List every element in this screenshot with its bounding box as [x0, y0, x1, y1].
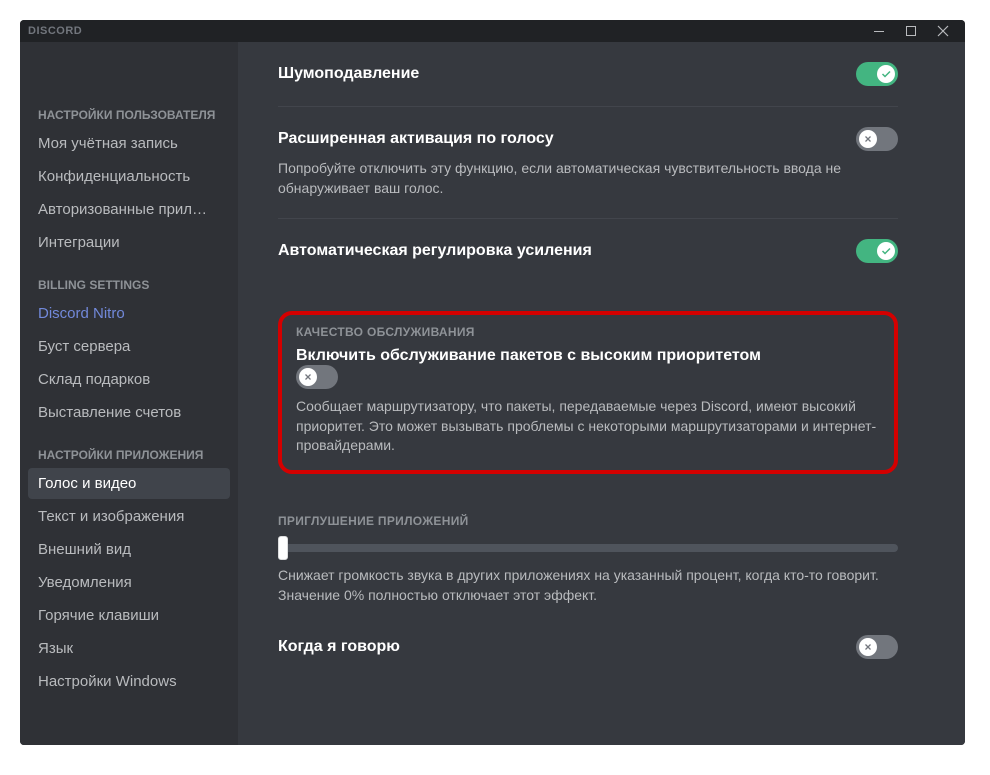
settings-sidebar: НАСТРОЙКИ ПОЛЬЗОВАТЕЛЯ Моя учётная запис… — [20, 42, 238, 745]
sidebar-item-windows[interactable]: Настройки Windows — [28, 666, 230, 697]
settings-content: Шумоподавление Расширенная активация по … — [238, 42, 965, 745]
minimize-button[interactable] — [865, 20, 893, 42]
sidebar-item-integrations[interactable]: Интеграции — [28, 227, 230, 258]
qos-desc: Сообщает маршрутизатору, что пакеты, пер… — [296, 397, 880, 456]
sidebar-item-account[interactable]: Моя учётная запись — [28, 128, 230, 159]
sidebar-item-text[interactable]: Текст и изображения — [28, 501, 230, 532]
push-toggle[interactable] — [856, 127, 898, 151]
sidebar-item-billing[interactable]: Выставление счетов — [28, 397, 230, 428]
sidebar-item-notifications[interactable]: Уведомления — [28, 567, 230, 598]
qos-highlight: КАЧЕСТВО ОБСЛУЖИВАНИЯ Включить обслужива… — [278, 311, 898, 474]
sidebar-header-billing: BILLING SETTINGS — [28, 272, 230, 298]
setting-voice-activation: Расширенная активация по голосу Попробуй… — [278, 106, 898, 218]
qos-toggle[interactable] — [296, 365, 338, 389]
sidebar-header-user: НАСТРОЙКИ ПОЛЬЗОВАТЕЛЯ — [28, 102, 230, 128]
sidebar-item-appearance[interactable]: Внешний вид — [28, 534, 230, 565]
app-name: DISCORD — [28, 25, 82, 37]
qos-header: КАЧЕСТВО ОБСЛУЖИВАНИЯ — [296, 325, 880, 339]
push-desc: Попробуйте отключить эту функцию, если а… — [278, 159, 898, 198]
setting-when-i-speak: Когда я говорю — [278, 615, 898, 679]
qos-title: Включить обслуживание пакетов с высоким … — [296, 347, 880, 365]
titlebar: DISCORD — [20, 20, 965, 42]
sidebar-item-authorized[interactable]: Авторизованные прил… — [28, 194, 230, 225]
noise-toggle[interactable] — [856, 62, 898, 86]
speak-toggle[interactable] — [856, 635, 898, 659]
push-title: Расширенная активация по голосу — [278, 130, 554, 148]
speak-title: Когда я говорю — [278, 638, 400, 656]
sidebar-item-hotkeys[interactable]: Горячие клавиши — [28, 600, 230, 631]
setting-agc: Автоматическая регулировка усиления — [278, 218, 898, 283]
slider-thumb[interactable] — [278, 536, 288, 560]
sidebar-item-privacy[interactable]: Конфиденциальность — [28, 161, 230, 192]
noise-title: Шумоподавление — [278, 65, 419, 83]
agc-title: Автоматическая регулировка усиления — [278, 242, 592, 260]
setting-noise-suppression: Шумоподавление — [278, 62, 898, 106]
close-window-button[interactable] — [929, 20, 957, 42]
attenuation-slider[interactable] — [278, 544, 898, 552]
sidebar-header-app: НАСТРОЙКИ ПРИЛОЖЕНИЯ — [28, 442, 230, 468]
maximize-button[interactable] — [897, 20, 925, 42]
sidebar-item-nitro[interactable]: Discord Nitro — [28, 298, 230, 329]
sidebar-item-gifts[interactable]: Склад подарков — [28, 364, 230, 395]
sidebar-item-boost[interactable]: Буст сервера — [28, 331, 230, 362]
sidebar-item-language[interactable]: Язык — [28, 633, 230, 664]
attenuation-section: ПРИГЛУШЕНИЕ ПРИЛОЖЕНИЙ Снижает громкость… — [278, 514, 898, 605]
app-window: DISCORD НАСТРОЙКИ ПОЛЬЗОВАТЕЛЯ Моя учётн… — [20, 20, 965, 745]
agc-toggle[interactable] — [856, 239, 898, 263]
atten-desc: Снижает громкость звука в других приложе… — [278, 566, 898, 605]
atten-header: ПРИГЛУШЕНИЕ ПРИЛОЖЕНИЙ — [278, 514, 898, 528]
sidebar-item-voice[interactable]: Голос и видео — [28, 468, 230, 499]
